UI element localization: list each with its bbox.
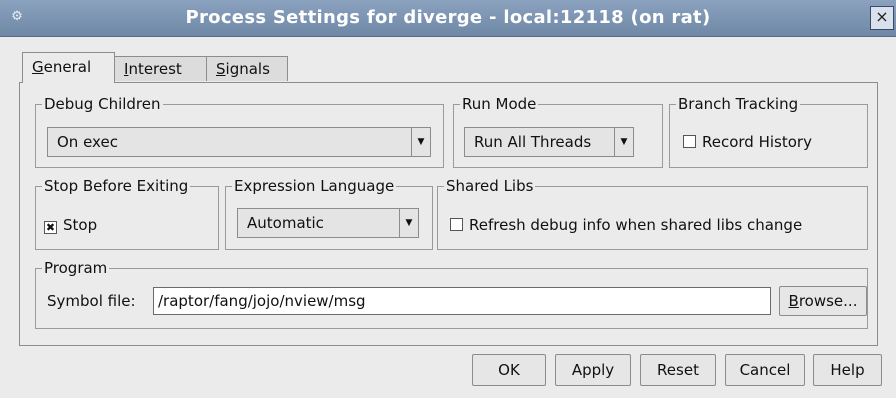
chevron-down-icon: ▼ [411,128,430,156]
window-title: Process Settings for diverge - local:121… [185,7,711,28]
expression-language-select[interactable]: Automatic ▼ [237,208,419,238]
stop-label: Stop [63,216,98,234]
browse-label: rowse... [798,292,858,310]
run-mode-group: Run Mode Run All Threads ▼ [453,94,663,168]
expression-language-group: Expression Language Automatic ▼ [225,176,433,250]
tab-signals-label: ignals [225,60,270,78]
debug-children-group: Debug Children On exec ▼ [35,94,444,168]
run-mode-label: Run Mode [460,94,539,114]
branch-tracking-group: Branch Tracking Record History [669,94,868,168]
debug-children-value: On exec [57,133,118,151]
program-label: Program [42,258,110,278]
debug-children-select[interactable]: On exec ▼ [47,127,431,157]
checkbox-box [683,135,696,148]
symbol-file-input[interactable] [153,287,771,315]
stop-before-exiting-group: Stop Before Exiting ✖ Stop [35,176,219,250]
symbol-file-label: Symbol file: [47,292,136,310]
refresh-debug-info-checkbox[interactable]: Refresh debug info when shared libs chan… [450,215,802,235]
tab-signals[interactable]: Signals [206,56,288,81]
checkbox-box [450,218,463,231]
program-group: Program Symbol file: Browse... [35,258,868,329]
chevron-down-icon: ▼ [399,209,418,237]
chevron-down-icon: ▼ [614,128,633,156]
title-bar[interactable]: ⚙ Process Settings for diverge - local:1… [0,0,896,37]
refresh-debug-info-label: Refresh debug info when shared libs chan… [469,216,803,234]
stop-checkbox[interactable]: ✖ Stop [44,215,97,235]
run-mode-select[interactable]: Run All Threads ▼ [464,127,634,157]
tab-interest[interactable]: Interest [114,56,207,81]
expression-language-value: Automatic [247,214,324,232]
tv-icon[interactable]: ⚙ [8,8,26,26]
apply-button[interactable]: Apply [555,354,631,386]
tab-interest-label: nterest [128,60,182,78]
debug-children-label: Debug Children [42,94,163,114]
record-history-checkbox[interactable]: Record History [683,132,812,152]
ok-button[interactable]: OK [472,354,546,386]
general-panel: Debug Children On exec ▼ Run Mode Run Al… [19,82,878,346]
close-button[interactable]: × [870,6,894,30]
run-mode-value: Run All Threads [474,133,592,151]
cancel-button[interactable]: Cancel [725,354,805,386]
tab-general-mnemonic: G [32,58,44,76]
branch-tracking-label: Branch Tracking [676,94,801,114]
record-history-label: Record History [702,133,812,151]
tab-signals-mnemonic: S [216,60,226,78]
shared-libs-group: Shared Libs Refresh debug info when shar… [437,176,868,250]
expression-language-label: Expression Language [232,176,397,196]
tab-general[interactable]: General [22,52,115,83]
tab-general-label: eneral [43,58,92,76]
stop-before-exiting-label: Stop Before Exiting [42,176,191,196]
help-button[interactable]: Help [813,354,882,386]
reset-button[interactable]: Reset [640,354,716,386]
checkmark-icon: ✖ [44,221,57,234]
browse-mnemonic: B [788,292,799,310]
browse-button[interactable]: Browse... [779,286,867,316]
shared-libs-label: Shared Libs [444,176,536,196]
